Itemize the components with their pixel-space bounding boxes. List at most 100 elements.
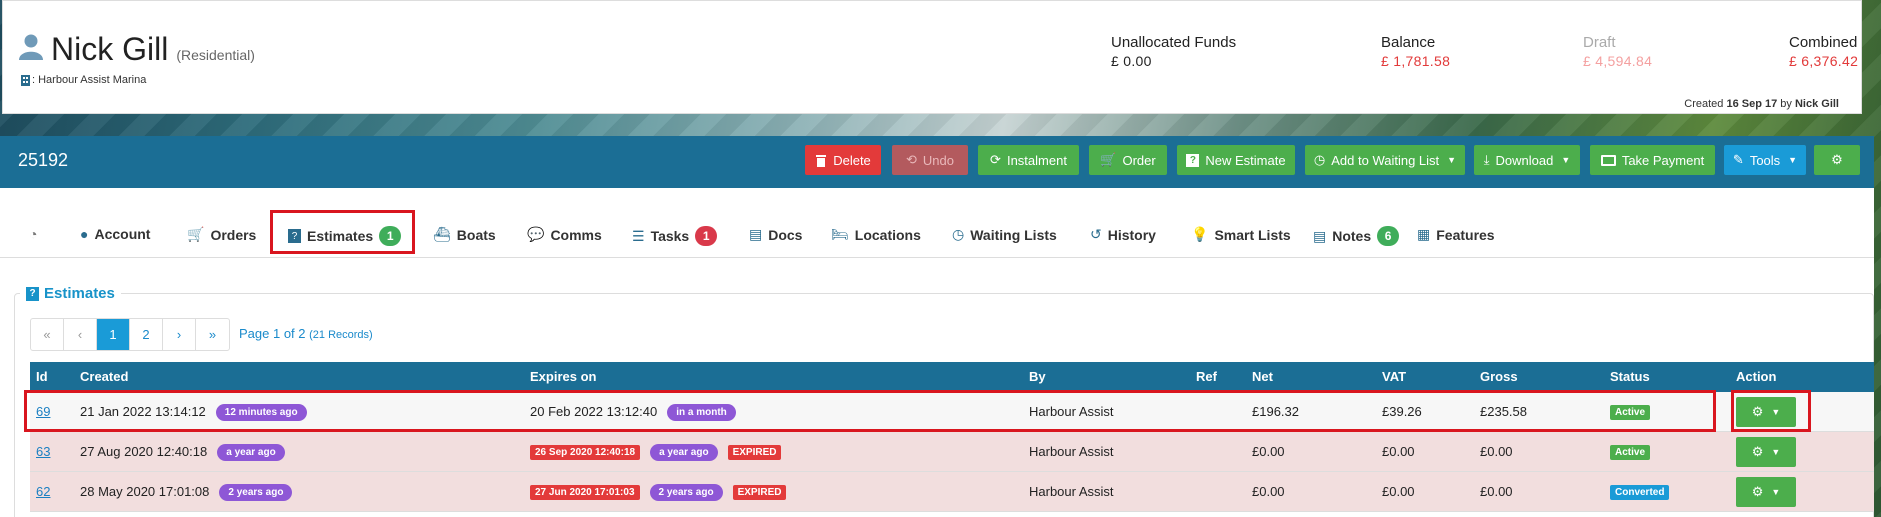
download-button[interactable]: ⤓ Download ▼ [1474,145,1580,175]
gear-icon: ⚙ [1751,484,1764,499]
download-icon: ⤓ [1483,152,1490,167]
table-row[interactable]: 63 27 Aug 2020 12:40:18 a year ago 26 Sep… [30,432,1874,472]
button-label: Take Payment [1621,152,1705,168]
caret-down-icon: ▼ [1771,447,1781,457]
column-header[interactable]: Expires on [530,369,596,384]
tools-button[interactable]: ✎ Tools ▼ [1724,145,1806,175]
account-toolbar: 25192 Delete ⟲ Undo ⟳ Instalment 🛒 Order… [0,136,1874,188]
building-icon [21,74,30,86]
refresh-icon: ⟳ [990,152,1001,167]
column-header[interactable]: VAT [1382,369,1406,384]
order-button[interactable]: 🛒 Order [1089,145,1167,175]
button-label: New Estimate [1205,152,1286,168]
undo-button[interactable]: ⟲ Undo [892,145,968,175]
marina-info: : Harbour Assist Marina [21,74,146,86]
created-by: Nick Gill [1794,98,1839,110]
tab-orders[interactable]: 🛒 Orders [187,226,256,243]
clock-icon: ◷ [1313,152,1326,167]
gross-amount: £0.00 [1480,444,1513,459]
created-date: 16 Sep 17 [1726,98,1778,110]
tab-docs[interactable]: ▤ Docs [749,226,802,243]
fund-label: Combined [1789,34,1858,51]
table-row[interactable]: 62 28 May 2020 17:01:08 2 years ago 27 Ju… [30,472,1874,512]
created-date: 27 Aug 2020 12:40:18 [80,444,208,459]
question-icon: ? [1186,153,1200,167]
draft: Draft £ 4,594.84 [1583,34,1652,69]
last-page-button[interactable]: » [196,319,229,350]
settings-button[interactable]: ⚙ [1814,145,1860,175]
column-header[interactable]: Status [1610,369,1650,384]
tab-label: Tasks [650,228,690,244]
pagination: « ‹ 1 2 › » [30,318,230,351]
user-icon: ● [80,226,89,242]
next-page-button[interactable]: › [163,319,196,350]
tab-dashboard[interactable]: ◔ [29,226,37,242]
row-action-button[interactable]: ⚙ ▼ [1736,437,1796,467]
chat-icon: 💬 [527,226,545,242]
tab-comms[interactable]: 💬 Comms [527,226,602,243]
record-count: (21 Records) [309,329,373,341]
marina-name: : Harbour Assist Marina [32,74,147,86]
expires-date: 26 Sep 2020 12:40:18 [530,445,641,461]
estimate-id-link[interactable]: 62 [36,484,50,499]
created-by: Harbour Assist [1029,444,1114,459]
add-to-waiting-list-button[interactable]: ◷ Add to Waiting List ▼ [1305,145,1465,175]
tab-tasks[interactable]: ☰ Tasks 1 [632,226,718,246]
row-action-button[interactable]: ⚙ ▼ [1736,477,1796,507]
button-label: Order [1122,152,1156,168]
trash-icon [816,154,827,167]
column-header[interactable]: Gross [1480,369,1518,384]
page-2-button[interactable]: 2 [130,319,163,350]
unallocated-funds: Unallocated Funds £ 0.00 [1111,34,1236,69]
tab-account[interactable]: ● Account [80,226,150,242]
fund-value: £ 4,594.84 [1583,53,1653,69]
doc-icon: ▤ [749,226,763,242]
dashboard-icon: ◔ [29,226,38,242]
column-header[interactable]: Created [80,369,128,384]
relative-time-badge: 2 years ago [219,484,293,502]
estimates-panel-title: ? Estimates [20,285,121,302]
column-header: Action [1736,369,1777,384]
page-1-button[interactable]: 1 [97,319,130,350]
fund-label: Balance [1381,34,1436,51]
tab-label: Orders [210,226,257,243]
tab-boats[interactable]: ⛴ Boats [433,226,496,243]
ship-icon: ⛴ [433,226,451,242]
tab-notes[interactable]: ▤ Notes 6 [1313,226,1400,246]
new-estimate-button[interactable]: ? New Estimate [1177,145,1295,175]
account-number: 25192 [18,150,69,170]
prev-page-button[interactable]: ‹ [64,319,97,350]
tab-label: Account [94,226,151,242]
tab-waiting-lists[interactable]: ◷ Waiting Lists [952,226,1057,243]
first-page-button[interactable]: « [31,319,64,350]
delete-button[interactable]: Delete [805,145,881,175]
grid-icon: ▦ [1417,226,1431,242]
column-header[interactable]: Id [36,369,48,384]
bulb-icon: 💡 [1191,226,1209,242]
column-header[interactable]: By [1029,369,1046,384]
caret-down-icon: ▼ [1561,155,1571,165]
row-highlight [24,390,1716,432]
estimate-id-link[interactable]: 63 [36,444,50,459]
action-highlight [1731,390,1811,432]
gross-amount: £0.00 [1480,484,1513,499]
tab-label: Smart Lists [1214,226,1291,243]
column-header[interactable]: Net [1252,369,1273,384]
tab-locations[interactable]: 🛏 Locations [831,226,921,243]
column-header[interactable]: Ref [1196,369,1217,384]
fund-label: Draft [1583,34,1616,51]
tab-label: Boats [456,226,496,243]
combined: Combined £ 6,376.42 [1789,34,1858,69]
button-label: Undo [922,152,954,168]
caret-down-icon: ▼ [1788,155,1798,165]
tab-features[interactable]: ▦ Features [1417,226,1495,243]
take-payment-button[interactable]: Take Payment [1590,145,1715,175]
instalment-button[interactable]: ⟳ Instalment [978,145,1079,175]
tab-history[interactable]: ↺ History [1090,226,1156,243]
created-by: Harbour Assist [1029,484,1114,499]
panel-title-text: Estimates [44,285,115,302]
tab-smart-lists[interactable]: 💡 Smart Lists [1191,226,1291,243]
fund-value: £ 1,781.58 [1381,53,1451,69]
button-label: Tools [1749,152,1781,168]
history-icon: ↺ [1090,226,1102,242]
